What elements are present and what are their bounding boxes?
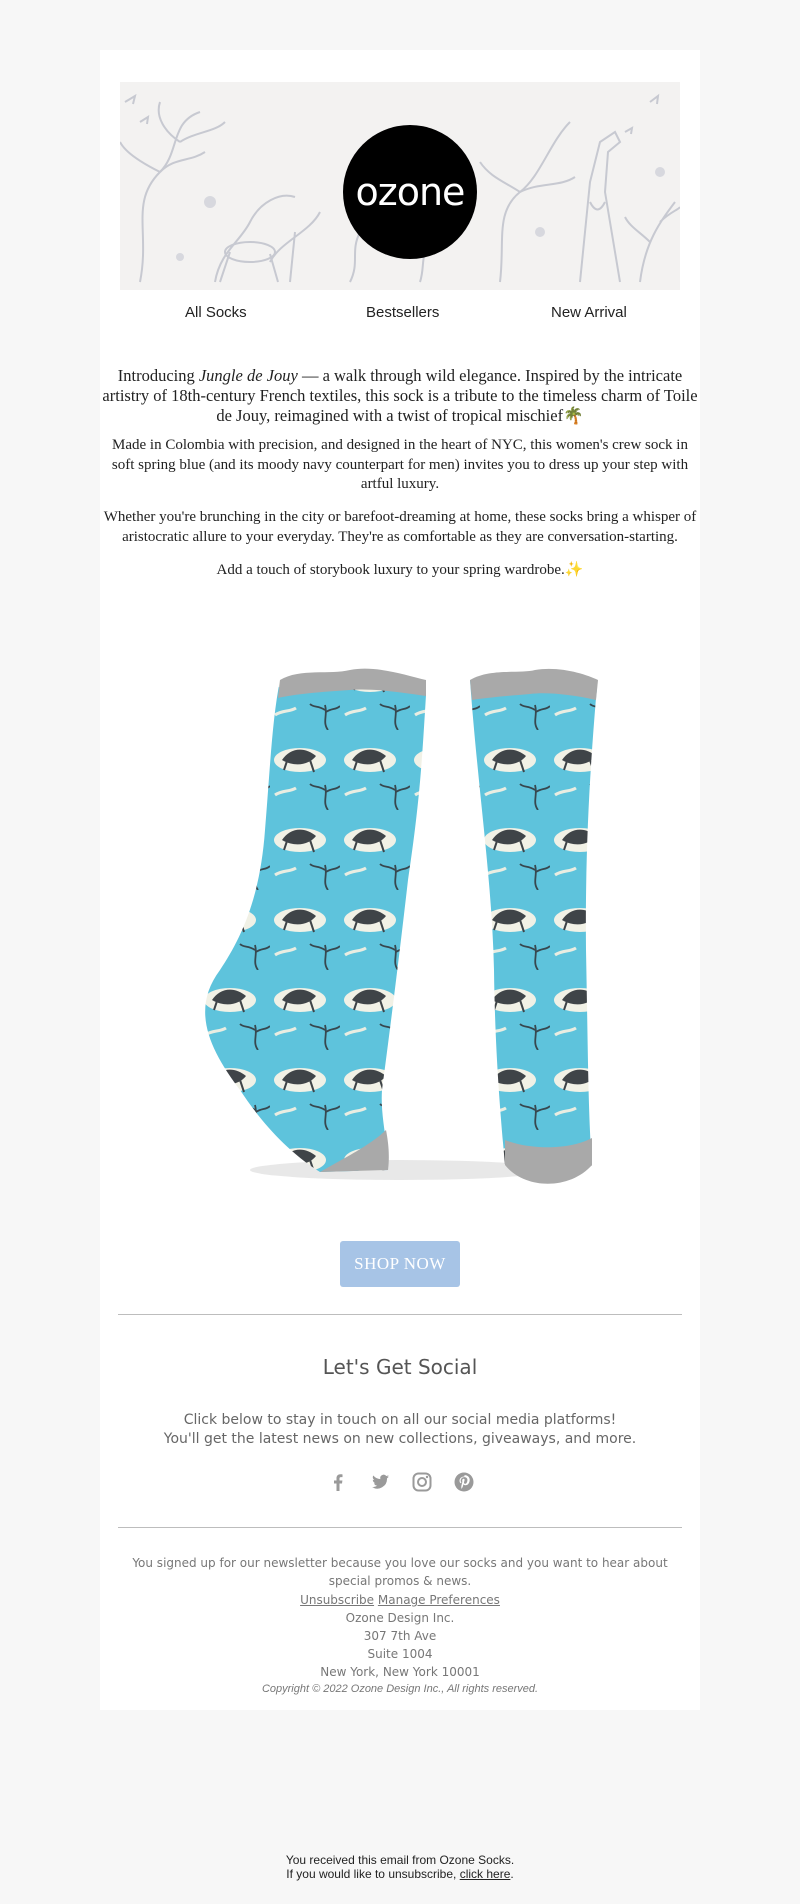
left-sock	[205, 680, 426, 1172]
palm-tree-icon: 🌴	[563, 406, 584, 425]
divider	[118, 1527, 682, 1528]
closing-paragraph: Add a touch of storybook luxury to your …	[216, 562, 584, 578]
intro-paragraph: Introducing Jungle de Jouy — a walk thro…	[102, 366, 698, 425]
pinterest-icon[interactable]	[452, 1470, 480, 1498]
divider	[118, 1314, 682, 1315]
unsubscribe-link[interactable]: Unsubscribe	[300, 1593, 374, 1607]
product-name: Jungle de Jouy	[198, 366, 298, 385]
address-city: New York, New York 10001	[320, 1665, 480, 1679]
click-here-link[interactable]: click here	[460, 1867, 511, 1881]
logo-text: ozone	[355, 170, 466, 214]
lifestyle-paragraph: Whether you're brunching in the city or …	[103, 509, 697, 545]
social-icons	[318, 1470, 482, 1498]
sparkles-icon: ✨	[564, 562, 584, 578]
twitter-icon[interactable]	[368, 1470, 396, 1498]
origin-paragraph: Made in Colombia with precision, and des…	[111, 437, 689, 492]
facebook-icon[interactable]	[326, 1470, 354, 1498]
manage-preferences-link[interactable]: Manage Preferences	[378, 1593, 500, 1607]
social-text: Click below to stay in touch on all our …	[163, 1412, 637, 1447]
nav-item-all-socks[interactable]: All Socks	[185, 304, 247, 321]
address-line-2: Suite 1004	[367, 1647, 433, 1661]
right-sock	[470, 680, 598, 1180]
social-title: Let's Get Social	[322, 1355, 478, 1379]
signup-note: You signed up for our newsletter because…	[132, 1556, 668, 1588]
ozone-logo[interactable]: ozone	[343, 125, 477, 259]
nav-item-new-arrival[interactable]: New Arrival	[551, 304, 627, 321]
shop-now-button[interactable]: SHOP NOW	[340, 1241, 460, 1287]
nav-item-bestsellers[interactable]: Bestsellers	[366, 304, 439, 321]
instagram-icon[interactable]	[410, 1470, 438, 1498]
company-name: Ozone Design Inc.	[345, 1611, 455, 1625]
copyright: Copyright © 2022 Ozone Design Inc., All …	[261, 1683, 539, 1695]
address-line-1: 307 7th Ave	[363, 1629, 437, 1643]
footer-links: Unsubscribe Manage Preferences	[130, 1591, 670, 1609]
bottom-notice: You received this email from Ozone Socks…	[285, 1853, 515, 1881]
product-image-socks[interactable]	[200, 650, 620, 1210]
